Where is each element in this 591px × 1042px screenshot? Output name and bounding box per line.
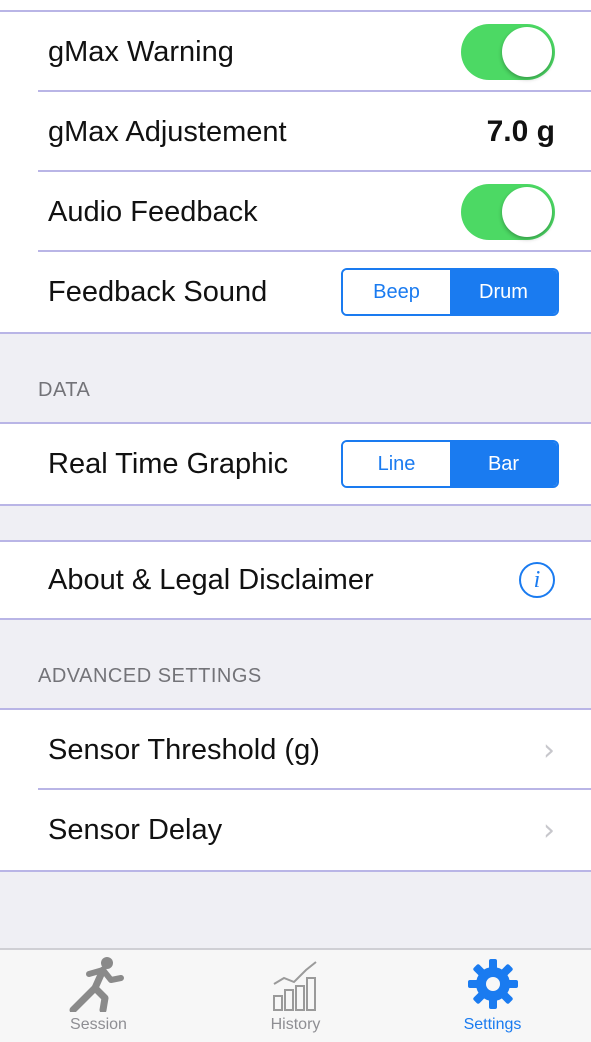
gmax-adjustment-value: 7.0 g bbox=[486, 115, 555, 148]
data-section-header: DATA bbox=[38, 379, 91, 401]
toggle-knob bbox=[502, 187, 552, 237]
real-time-graphic-segmented-control: Line Bar bbox=[341, 440, 559, 488]
data-settings-group: Real Time Graphic Line Bar bbox=[0, 424, 591, 504]
segment-drum[interactable]: Drum bbox=[450, 270, 557, 314]
sensor-threshold-row[interactable]: Sensor Threshold (g) › bbox=[0, 710, 591, 790]
gear-icon bbox=[467, 959, 518, 1009]
about-group: About & Legal Disclaimer i bbox=[0, 542, 591, 618]
chevron-right-icon: › bbox=[543, 812, 555, 848]
sensor-threshold-label: Sensor Threshold (g) bbox=[48, 733, 320, 766]
feedback-sound-segmented-control: Beep Drum bbox=[341, 268, 559, 316]
gmax-adjustment-label: gMax Adjustement bbox=[48, 115, 287, 148]
tab-label: History bbox=[270, 1016, 321, 1033]
runner-icon bbox=[69, 957, 124, 1012]
gmax-warning-label: gMax Warning bbox=[48, 35, 234, 68]
real-time-graphic-label: Real Time Graphic bbox=[48, 447, 289, 480]
about-row[interactable]: About & Legal Disclaimer i bbox=[0, 542, 591, 618]
tab-label: Settings bbox=[463, 1016, 522, 1033]
audio-feedback-toggle[interactable] bbox=[461, 184, 555, 240]
about-label: About & Legal Disclaimer bbox=[48, 563, 374, 596]
sensor-delay-label: Sensor Delay bbox=[48, 813, 223, 846]
segment-beep[interactable]: Beep bbox=[343, 270, 450, 314]
chevron-right-icon: › bbox=[543, 732, 555, 768]
tab-session[interactable]: Session bbox=[0, 950, 197, 1042]
tab-label: Session bbox=[70, 1016, 127, 1033]
gmax-warning-row: gMax Warning bbox=[0, 12, 591, 92]
advanced-section-header: ADVANCED SETTINGS bbox=[38, 665, 262, 687]
top-edge bbox=[0, 0, 591, 10]
feedback-sound-label: Feedback Sound bbox=[48, 275, 268, 308]
gmax-adjustment-row[interactable]: gMax Adjustement 7.0 g bbox=[0, 92, 591, 172]
segment-bar[interactable]: Bar bbox=[450, 442, 557, 486]
chart-icon bbox=[272, 961, 317, 1011]
feedback-sound-row: Feedback Sound Beep Drum bbox=[0, 252, 591, 332]
advanced-settings-group: Sensor Threshold (g) › Sensor Delay › bbox=[0, 710, 591, 870]
general-settings-group: gMax Warning gMax Adjustement 7.0 g Audi… bbox=[0, 12, 591, 332]
info-icon[interactable]: i bbox=[519, 562, 555, 598]
toggle-knob bbox=[502, 27, 552, 77]
tab-history[interactable]: History bbox=[197, 950, 394, 1042]
audio-feedback-row: Audio Feedback bbox=[0, 172, 591, 252]
audio-feedback-label: Audio Feedback bbox=[48, 195, 258, 228]
segment-line[interactable]: Line bbox=[343, 442, 450, 486]
gmax-warning-toggle[interactable] bbox=[461, 24, 555, 80]
sensor-delay-row[interactable]: Sensor Delay › bbox=[0, 790, 591, 870]
tab-bar: Session History Settings bbox=[0, 948, 591, 1042]
group-separator bbox=[0, 870, 591, 872]
real-time-graphic-row: Real Time Graphic Line Bar bbox=[0, 424, 591, 504]
tab-settings[interactable]: Settings bbox=[394, 950, 591, 1042]
